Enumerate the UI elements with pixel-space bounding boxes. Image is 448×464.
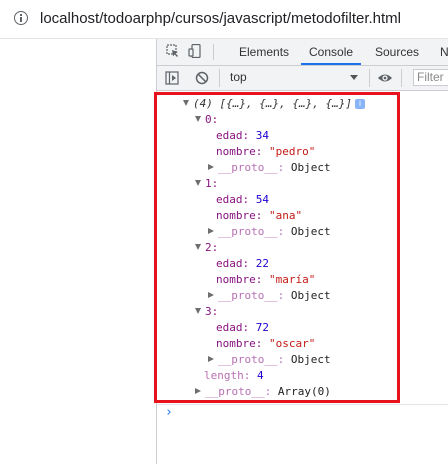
devtools-panel: Elements Console Sources N top Filter (4… [156, 39, 448, 464]
proto-key: __proto__: [218, 225, 285, 238]
proto-key: __proto__: [218, 289, 285, 302]
show-sidebar-icon[interactable] [165, 71, 179, 85]
expand-triangle-icon[interactable] [195, 308, 201, 314]
collapsed-triangle-icon[interactable] [208, 356, 214, 362]
proto-value: Array(0) [277, 385, 331, 398]
toolbar-divider [369, 69, 370, 87]
prop-key: edad: [216, 193, 250, 206]
property-row: edad: 34 [216, 129, 269, 143]
length-row: length: 4 [204, 369, 264, 383]
proto-row[interactable]: __proto__: Object [208, 225, 331, 239]
proto-value: Object [290, 225, 331, 238]
proto-key: __proto__: [218, 161, 285, 174]
info-icon[interactable]: i [354, 99, 365, 109]
property-row: edad: 22 [216, 257, 269, 271]
array-item-row[interactable]: 0: [195, 113, 218, 127]
live-expression-eye-icon[interactable] [377, 71, 393, 85]
toolbar-divider [219, 69, 220, 87]
array-proto-row[interactable]: __proto__: Array(0) [195, 385, 331, 399]
address-bar[interactable]: localhost/todoarphp/cursos/javascript/me… [0, 0, 448, 39]
array-item-row[interactable]: 3: [195, 305, 218, 319]
expand-triangle-icon[interactable] [195, 116, 201, 122]
tab-sources[interactable]: Sources [375, 45, 419, 59]
collapsed-triangle-icon[interactable] [208, 228, 214, 234]
array-summary-row[interactable]: (4) [{…}, {…}, {…}, {…}] i [183, 97, 365, 111]
tab-elements[interactable]: Elements [239, 45, 289, 59]
inspect-element-icon[interactable] [166, 44, 180, 58]
array-summary: (4) [{…}, {…}, {…}, {…}] [193, 97, 352, 110]
context-value: top [230, 70, 247, 84]
property-row: nombre: "ana" [216, 209, 302, 223]
devtools-tabbar: Elements Console Sources N [157, 39, 448, 66]
prop-key: edad: [216, 257, 250, 270]
prop-value: "pedro" [268, 145, 316, 158]
item-index: 0: [205, 113, 219, 126]
prop-value: "ana" [268, 209, 303, 222]
prop-value: 22 [255, 257, 269, 270]
item-index: 2: [205, 241, 219, 254]
proto-value: Object [290, 289, 331, 302]
prop-key: edad: [216, 129, 250, 142]
tab-network[interactable]: N [440, 45, 448, 59]
url-text[interactable]: localhost/todoarphp/cursos/javascript/me… [40, 10, 401, 27]
chevron-down-icon [350, 75, 358, 80]
console-output: (4) [{…}, {…}, {…}, {…}] i 0: edad: 34 no… [157, 91, 448, 464]
toolbar-divider [401, 69, 402, 87]
proto-key: __proto__: [205, 385, 272, 398]
array-item-row[interactable]: 1: [195, 177, 218, 191]
prop-key: nombre: [216, 145, 263, 158]
proto-value: Object [290, 353, 331, 366]
item-index: 3: [205, 305, 219, 318]
proto-row[interactable]: __proto__: Object [208, 289, 331, 303]
expand-triangle-icon[interactable] [195, 244, 201, 250]
prop-value: 54 [255, 193, 269, 206]
prop-key: nombre: [216, 337, 263, 350]
length-key: length: [204, 369, 251, 382]
tabbar-divider [213, 44, 214, 60]
console-prompt[interactable]: › [165, 405, 173, 420]
prop-value: "maría" [268, 273, 316, 286]
site-info-icon[interactable] [14, 11, 28, 25]
collapsed-triangle-icon[interactable] [208, 292, 214, 298]
console-prompt-divider [156, 404, 448, 405]
prop-key: nombre: [216, 273, 263, 286]
tab-console[interactable]: Console [300, 45, 362, 65]
context-selector[interactable]: top [224, 69, 364, 85]
proto-value: Object [290, 161, 331, 174]
filter-input[interactable]: Filter [413, 69, 448, 86]
array-item-row[interactable]: 2: [195, 241, 218, 255]
prop-value: 72 [255, 321, 269, 334]
property-row: edad: 54 [216, 193, 269, 207]
prop-key: edad: [216, 321, 250, 334]
property-row: edad: 72 [216, 321, 269, 335]
expand-triangle-icon[interactable] [195, 180, 201, 186]
console-toolbar: top Filter [157, 66, 448, 91]
property-row: nombre: "pedro" [216, 145, 315, 159]
proto-row[interactable]: __proto__: Object [208, 161, 331, 175]
collapsed-triangle-icon[interactable] [208, 164, 214, 170]
property-row: nombre: "oscar" [216, 337, 315, 351]
clear-console-icon[interactable] [195, 71, 209, 85]
device-toolbar-icon[interactable] [188, 44, 202, 58]
proto-key: __proto__: [218, 353, 285, 366]
page-content [0, 39, 156, 464]
prop-value: 34 [255, 129, 269, 142]
prop-value: "oscar" [268, 337, 316, 350]
proto-row[interactable]: __proto__: Object [208, 353, 331, 367]
collapsed-triangle-icon[interactable] [195, 388, 201, 394]
prop-key: nombre: [216, 209, 263, 222]
expand-triangle-icon[interactable] [183, 100, 189, 106]
item-index: 1: [205, 177, 219, 190]
property-row: nombre: "maría" [216, 273, 315, 287]
length-value: 4 [256, 369, 264, 382]
